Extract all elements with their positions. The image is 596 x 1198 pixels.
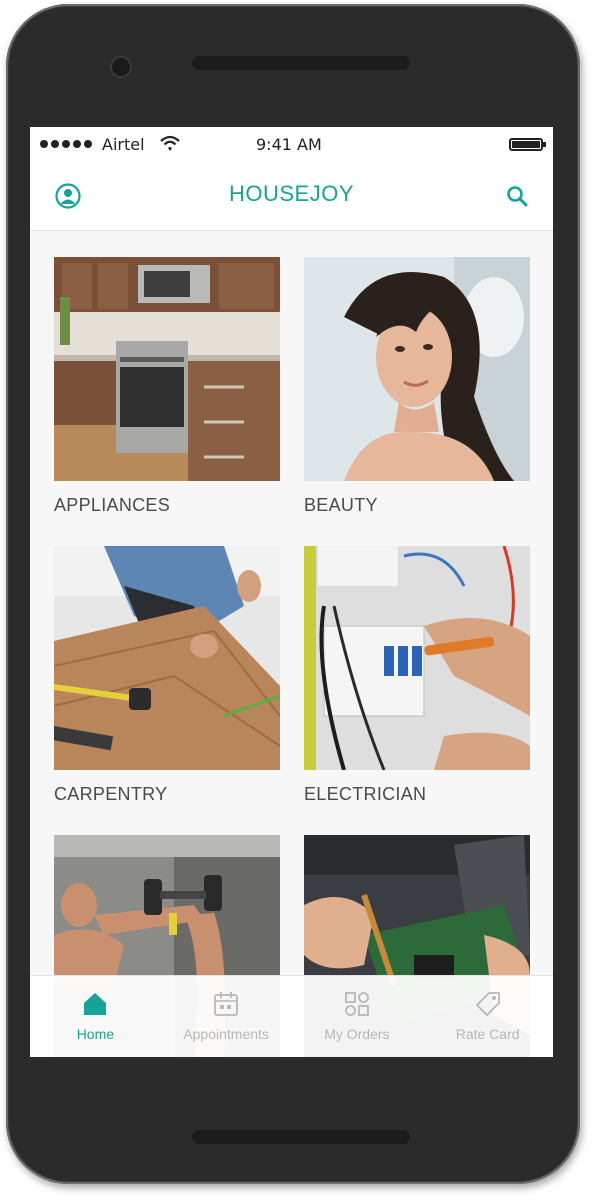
status-bar: Airtel 9:41 AM	[30, 127, 553, 161]
bottom-speaker	[192, 1130, 410, 1144]
tab-my-orders[interactable]: My Orders	[292, 976, 423, 1057]
app-title: HOUSEJOY	[228, 181, 355, 206]
tab-label: Appointments	[183, 1026, 269, 1042]
home-icon	[84, 993, 107, 1015]
battery-icon	[509, 138, 546, 151]
earpiece-speaker	[192, 56, 410, 70]
category-label: BEAUTY	[304, 495, 378, 515]
orders-icon	[344, 992, 369, 1016]
app-header: HOUSEJOY	[30, 161, 553, 231]
wifi-icon	[160, 135, 180, 151]
category-tile-carpentry[interactable]: CARPENTRY	[54, 546, 280, 804]
tab-home[interactable]: Home	[30, 976, 161, 1057]
category-label: APPLIANCES	[54, 495, 171, 515]
tab-rate-card[interactable]: Rate Card	[422, 976, 553, 1057]
tab-label: Home	[76, 1026, 115, 1042]
bottom-tab-bar: Home Appointments My Orders Rate Card	[30, 975, 553, 1057]
search-icon[interactable]	[505, 184, 529, 208]
category-tile-beauty[interactable]: BEAUTY	[304, 257, 530, 515]
calendar-icon	[214, 992, 239, 1016]
tag-icon	[475, 992, 500, 1016]
app-screen: Airtel 9:41 AM HOUSEJOY APPLIANCES BEAUT…	[30, 127, 553, 1057]
tab-appointments[interactable]: Appointments	[161, 976, 292, 1057]
carrier-name: Airtel	[102, 135, 145, 154]
category-tile-electrician[interactable]: ELECTRICIAN	[304, 546, 530, 804]
category-label: ELECTRICIAN	[304, 784, 427, 804]
tab-label: My Orders	[324, 1026, 390, 1042]
category-tile-appliances[interactable]: APPLIANCES	[54, 257, 280, 515]
carpenter-measuring-wood-photo	[54, 546, 280, 770]
kitchen-appliances-photo	[54, 257, 280, 481]
status-time: 9:41 AM	[256, 135, 322, 154]
front-camera	[110, 56, 132, 78]
woman-portrait-photo	[304, 257, 530, 481]
category-label: CARPENTRY	[54, 784, 168, 804]
electrician-wiring-panel-photo	[304, 546, 530, 770]
signal-strength-icon	[40, 140, 92, 148]
tab-label: Rate Card	[455, 1026, 520, 1042]
